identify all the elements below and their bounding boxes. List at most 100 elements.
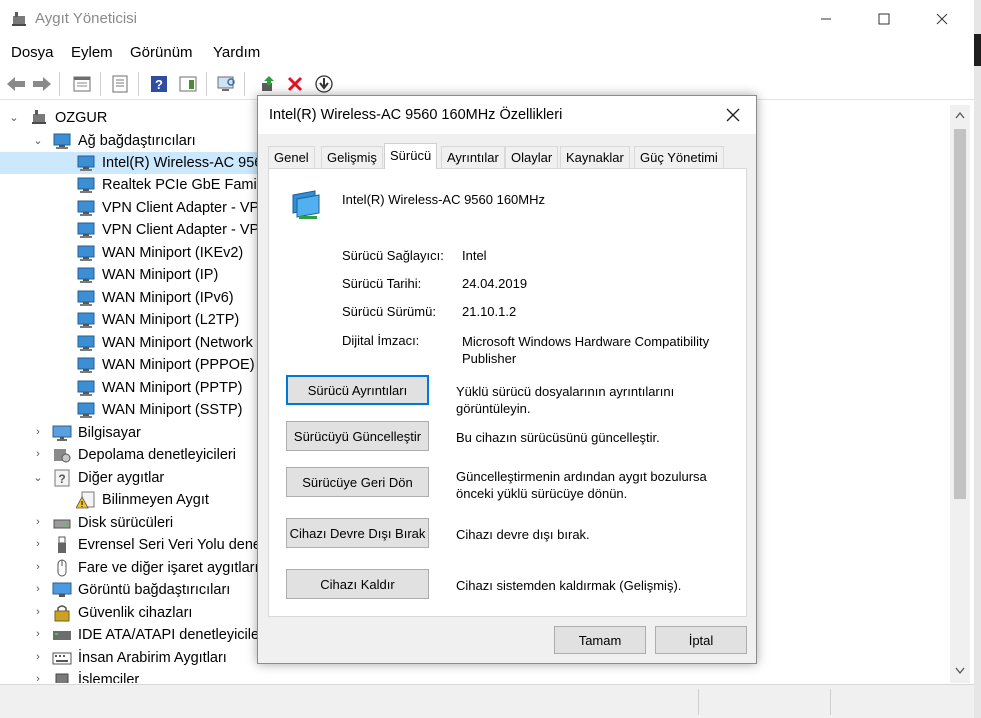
tab-advanced[interactable]: Gelişmiş	[321, 146, 383, 168]
tree-category-display[interactable]: › Görüntü bağdaştırıcıları	[0, 579, 230, 601]
tree-category-computer[interactable]: › Bilgisayar	[0, 422, 141, 444]
forward-arrow-icon	[33, 77, 51, 91]
back-button[interactable]	[4, 72, 28, 96]
tree-category-label: Güvenlik cihazları	[78, 605, 193, 621]
chevron-right-icon[interactable]: ›	[32, 426, 44, 438]
tab-details[interactable]: Ayrıntılar	[441, 146, 505, 168]
tree-root[interactable]: ⌄ OZGUR	[0, 107, 107, 129]
tree-category-mice[interactable]: › Fare ve diğer işaret aygıtları	[0, 557, 259, 579]
scan-hardware-button[interactable]	[215, 72, 239, 96]
tab-resources[interactable]: Kaynaklar	[560, 146, 630, 168]
forward-button[interactable]	[30, 72, 54, 96]
tab-events[interactable]: Olaylar	[505, 146, 559, 168]
tree-item-label: VPN Client Adapter - VP	[102, 222, 260, 238]
toolbar-separator	[244, 72, 245, 96]
chevron-down-icon[interactable]: ⌄	[8, 111, 20, 124]
tab-driver[interactable]: Sürücü	[384, 143, 438, 169]
menu-action[interactable]: Eylem	[71, 44, 113, 61]
chevron-right-icon[interactable]: ›	[32, 628, 44, 640]
tree-item-label: WAN Miniport (IP)	[102, 267, 219, 283]
background-window-edge	[974, 0, 981, 718]
help-button[interactable]: ?	[147, 72, 171, 96]
chevron-right-icon[interactable]: ›	[32, 583, 44, 595]
tree-category-other[interactable]: ⌄ ? Diğer aygıtlar	[0, 467, 164, 489]
scroll-up-icon[interactable]	[955, 111, 965, 119]
minimize-button[interactable]	[803, 0, 849, 38]
update-driver-button[interactable]: Sürücüyü Güncelleştir	[286, 421, 429, 451]
chevron-right-icon[interactable]: ›	[32, 516, 44, 528]
network-adapter-icon	[77, 245, 95, 261]
update-driver-label: Sürücüyü Güncelleştir	[293, 428, 422, 444]
tree-item-wan-network[interactable]: WAN Miniport (Network	[0, 332, 253, 354]
maximize-button[interactable]	[861, 0, 907, 38]
window-title: Aygıt Yöneticisi	[35, 10, 138, 27]
show-hidden-button[interactable]	[108, 72, 132, 96]
tree-item-wan-pptp[interactable]: WAN Miniport (PPTP)	[0, 377, 242, 399]
tree-item-wan-pppoe[interactable]: WAN Miniport (PPPOE)	[0, 354, 255, 376]
tree-item-wan-ikev2[interactable]: WAN Miniport (IKEv2)	[0, 242, 243, 264]
tree-item-wan-ip[interactable]: WAN Miniport (IP)	[0, 264, 218, 286]
tree-category-label: Görüntü bağdaştırıcıları	[78, 582, 231, 598]
tree-category-usb[interactable]: › Evrensel Seri Veri Yolu denet	[0, 534, 265, 556]
scrollbar-thumb[interactable]	[954, 129, 966, 499]
tab-general[interactable]: Genel	[268, 146, 315, 168]
chevron-right-icon[interactable]: ›	[32, 448, 44, 460]
chevron-down-icon[interactable]: ⌄	[32, 471, 44, 484]
chevron-right-icon[interactable]: ›	[32, 651, 44, 663]
device-manager-app-icon	[12, 12, 26, 26]
rollback-driver-button[interactable]: Sürücüye Geri Dön	[286, 467, 429, 497]
title-bar: Aygıt Yöneticisi	[0, 0, 974, 38]
tree-item-vpn-2[interactable]: VPN Client Adapter - VP	[0, 219, 259, 241]
hid-icon	[52, 652, 72, 665]
tree-category-network[interactable]: ⌄ Ağ bağdaştırıcıları	[0, 130, 196, 152]
tree-category-storage[interactable]: › Depolama denetleyicileri	[0, 444, 236, 466]
driver-details-button[interactable]: Sürücü Ayrıntıları	[286, 375, 429, 405]
chevron-right-icon[interactable]: ›	[32, 538, 44, 550]
tree-item-label: WAN Miniport (PPTP)	[102, 380, 243, 396]
dialog-close-button[interactable]	[720, 104, 746, 126]
tab-power-management[interactable]: Güç Yönetimi	[634, 146, 724, 168]
tree-category-hid[interactable]: › İnsan Arabirim Aygıtları	[0, 647, 227, 669]
menu-view[interactable]: Görünüm	[130, 44, 193, 61]
tree-item-wan-ipv6[interactable]: WAN Miniport (IPv6)	[0, 287, 234, 309]
chevron-right-icon[interactable]: ›	[32, 673, 44, 683]
tree-item-unknown-device[interactable]: Bilinmeyen Aygıt	[0, 489, 209, 511]
disable-device-button[interactable]: Cihazı Devre Dışı Bırak	[286, 518, 429, 548]
action-pane-button[interactable]	[176, 72, 200, 96]
tree-category-security[interactable]: › Güvenlik cihazları	[0, 602, 192, 624]
tree-category-processors[interactable]: › İşlemciler	[0, 669, 139, 683]
properties-view-button[interactable]	[70, 72, 94, 96]
tree-item-wan-sstp[interactable]: WAN Miniport (SSTP)	[0, 399, 242, 421]
tree-item-label: Realtek PCIe GbE Family	[102, 177, 268, 193]
cancel-button[interactable]: İptal	[655, 626, 747, 654]
network-adapter-icon	[53, 133, 71, 149]
tree-item-wan-l2tp[interactable]: WAN Miniport (L2TP)	[0, 309, 239, 331]
network-adapter-icon	[77, 380, 95, 396]
chevron-right-icon[interactable]: ›	[32, 606, 44, 618]
computer-icon	[52, 425, 72, 441]
tree-category-disk-drives[interactable]: › Disk sürücüleri	[0, 512, 173, 534]
properties-dialog: Intel(R) Wireless-AC 9560 160MHz Özellik…	[257, 95, 757, 664]
uninstall-device-button[interactable]: Cihazı Kaldır	[286, 569, 429, 599]
menu-bar: Dosya Eylem Görünüm Yardım	[0, 40, 974, 66]
tree-item-realtek[interactable]: Realtek PCIe GbE Family	[0, 174, 267, 196]
disable-device-button[interactable]	[312, 72, 336, 96]
uninstall-button[interactable]	[283, 72, 307, 96]
chevron-down-icon[interactable]: ⌄	[32, 134, 44, 147]
tree-item-intel-wireless[interactable]: Intel(R) Wireless-AC 9560	[0, 152, 270, 174]
vertical-scrollbar[interactable]	[950, 105, 970, 683]
close-button[interactable]	[919, 0, 965, 38]
tree-category-label: İşlemciler	[78, 672, 140, 683]
date-value: 24.04.2019	[462, 276, 528, 291]
menu-file[interactable]: Dosya	[11, 44, 54, 61]
update-driver-button[interactable]	[256, 72, 280, 96]
ok-button[interactable]: Tamam	[554, 626, 646, 654]
driver-details-label: Sürücü Ayrıntıları	[307, 382, 408, 398]
driver-tab-panel: Intel(R) Wireless-AC 9560 160MHz Sürücü …	[268, 168, 747, 617]
tree-category-ide[interactable]: › IDE ATA/ATAPI denetleyiciler	[0, 624, 264, 646]
disk-drive-icon	[53, 519, 71, 529]
tree-item-vpn-1[interactable]: VPN Client Adapter - VP	[0, 197, 259, 219]
scroll-down-icon[interactable]	[955, 667, 965, 675]
menu-help[interactable]: Yardım	[213, 44, 260, 61]
chevron-right-icon[interactable]: ›	[32, 561, 44, 573]
